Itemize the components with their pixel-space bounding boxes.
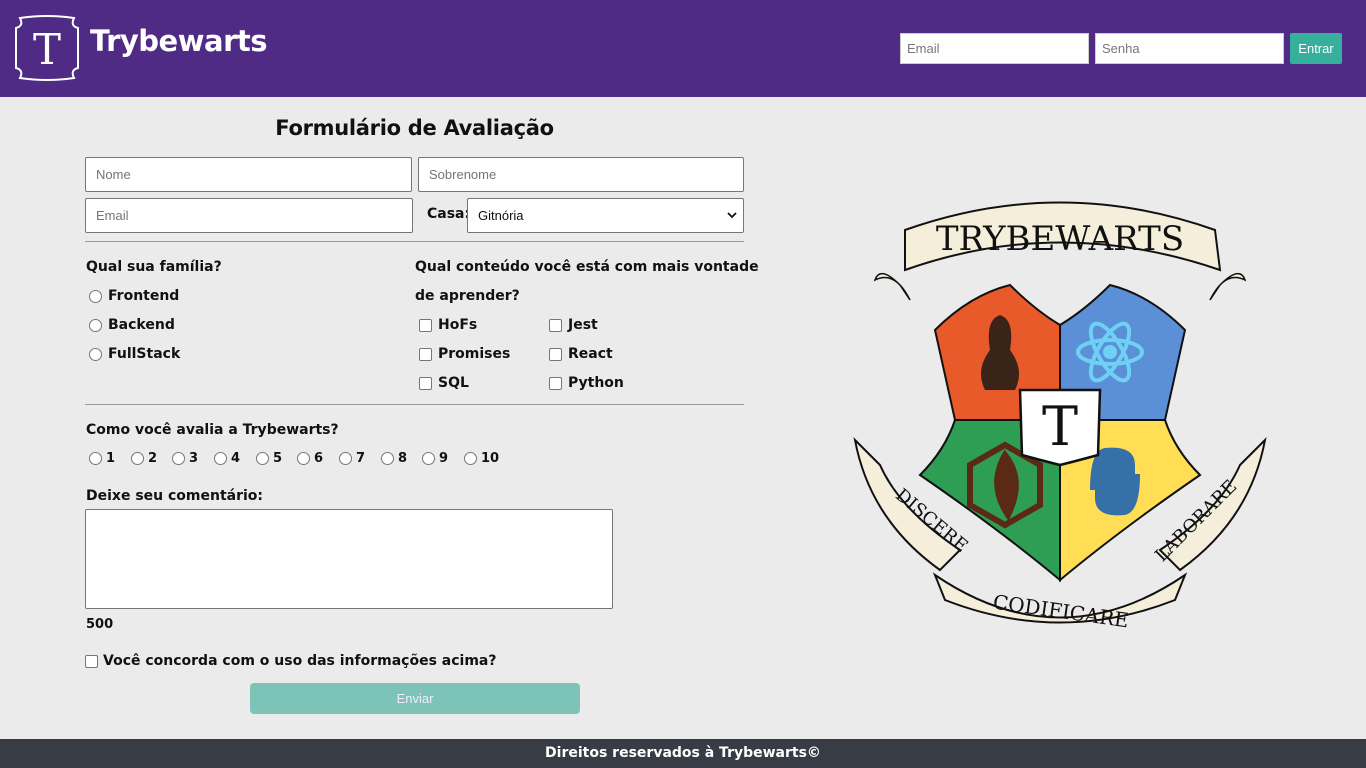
- radio-button[interactable]: [131, 452, 144, 465]
- option-label: Frontend: [108, 288, 180, 304]
- footer-text: Direitos reservados à Trybewarts©: [545, 745, 821, 761]
- login-password-input[interactable]: [1095, 33, 1284, 64]
- radio-button[interactable]: [89, 318, 102, 332]
- rating-option-8[interactable]: 8: [381, 451, 407, 466]
- rating-option-2[interactable]: 2: [131, 451, 157, 466]
- conteudo-option-promises[interactable]: Promises: [419, 346, 510, 362]
- checkbox[interactable]: [549, 376, 562, 390]
- login-button[interactable]: Entrar: [1290, 33, 1342, 64]
- conteudo-option-python[interactable]: Python: [549, 375, 624, 391]
- rating-option-7[interactable]: 7: [339, 451, 365, 466]
- option-label: 2: [148, 451, 158, 466]
- option-label: Promises: [438, 346, 511, 362]
- option-label: 9: [439, 451, 449, 466]
- checkbox[interactable]: [549, 347, 562, 361]
- sobrenome-input[interactable]: [418, 157, 744, 192]
- submit-button[interactable]: Enviar: [250, 683, 580, 714]
- radio-button[interactable]: [297, 452, 310, 465]
- nome-input[interactable]: [85, 157, 412, 192]
- divider: [85, 404, 744, 405]
- conteudo-question-line1: Qual conteúdo você está com mais vontade: [415, 259, 759, 275]
- login-email-input[interactable]: [900, 33, 1089, 64]
- casa-selected-value: Gitnória: [478, 208, 524, 223]
- checkbox[interactable]: [419, 318, 432, 332]
- option-label: 5: [273, 451, 283, 466]
- casa-label: Casa:: [427, 206, 471, 222]
- character-counter: 500: [86, 617, 114, 632]
- option-label: FullStack: [108, 346, 181, 362]
- divider: [85, 241, 744, 242]
- svg-text:T: T: [33, 25, 61, 74]
- rating-option-3[interactable]: 3: [172, 451, 198, 466]
- familia-option-frontend[interactable]: Frontend: [89, 288, 179, 304]
- radio-button[interactable]: [256, 452, 269, 465]
- radio-button[interactable]: [172, 452, 185, 465]
- option-label: SQL: [438, 375, 469, 391]
- conteudo-option-sql[interactable]: SQL: [419, 375, 469, 391]
- rating-option-1[interactable]: 1: [89, 451, 115, 466]
- radio-button[interactable]: [89, 289, 102, 303]
- radio-button[interactable]: [214, 452, 227, 465]
- conteudo-option-react[interactable]: React: [549, 346, 613, 362]
- agreement-option[interactable]: Você concorda com o uso das informações …: [85, 653, 496, 669]
- comment-textarea[interactable]: [85, 509, 613, 609]
- option-label: 3: [189, 451, 199, 466]
- trybewarts-crest: TRYBEWARTS T DISCERE CODIFICARE LABORARE: [850, 190, 1270, 650]
- option-label: 8: [398, 451, 408, 466]
- option-label: 7: [356, 451, 366, 466]
- radio-button[interactable]: [464, 452, 477, 465]
- checkbox[interactable]: [549, 318, 562, 332]
- brand-title: Trybewarts: [90, 24, 268, 58]
- python-logo-icon: [1090, 447, 1140, 516]
- familia-option-backend[interactable]: Backend: [89, 317, 175, 333]
- footer: Direitos reservados à Trybewarts©: [0, 739, 1366, 768]
- rating-option-5[interactable]: 5: [256, 451, 282, 466]
- conteudo-option-jest[interactable]: Jest: [549, 317, 598, 333]
- radio-button[interactable]: [422, 452, 435, 465]
- rating-option-9[interactable]: 9: [422, 451, 448, 466]
- top-header: T Trybewarts Entrar: [0, 0, 1366, 97]
- chevron-down-icon: [727, 212, 737, 219]
- option-label: Python: [568, 375, 624, 391]
- checkbox[interactable]: [419, 376, 432, 390]
- option-label: Jest: [568, 317, 598, 333]
- conteudo-option-hofs[interactable]: HoFs: [419, 317, 477, 333]
- agreement-checkbox[interactable]: [85, 654, 98, 668]
- option-label: 6: [314, 451, 324, 466]
- familia-option-fullstack[interactable]: FullStack: [89, 346, 180, 362]
- casa-select[interactable]: Gitnória: [467, 198, 744, 233]
- email-input[interactable]: [85, 198, 413, 233]
- familia-question: Qual sua família?: [86, 259, 222, 275]
- rating-option-4[interactable]: 4: [214, 451, 240, 466]
- option-label: HoFs: [438, 317, 478, 333]
- crest-motto-bottom: CODIFICARE: [992, 590, 1131, 633]
- form-title: Formulário de Avaliação: [275, 116, 554, 140]
- comment-label: Deixe seu comentário:: [86, 488, 264, 504]
- rating-option-10[interactable]: 10: [464, 451, 499, 466]
- option-label: 4: [231, 451, 241, 466]
- avaliacao-question: Como você avalia a Trybewarts?: [86, 422, 339, 438]
- radio-button[interactable]: [381, 452, 394, 465]
- crest-center-letter: T: [1042, 395, 1078, 458]
- logo-icon: T: [14, 14, 80, 82]
- option-label: 1: [106, 451, 116, 466]
- option-label: Backend: [108, 317, 175, 333]
- crest-banner-text: TRYBEWARTS: [936, 219, 1184, 259]
- conteudo-question-line2: de aprender?: [415, 288, 520, 304]
- radio-button[interactable]: [89, 452, 102, 465]
- option-label: React: [568, 346, 613, 362]
- agreement-label: Você concorda com o uso das informações …: [103, 653, 497, 669]
- radio-button[interactable]: [89, 347, 102, 361]
- radio-button[interactable]: [339, 452, 352, 465]
- checkbox[interactable]: [419, 347, 432, 361]
- option-label: 10: [481, 451, 500, 466]
- rating-option-6[interactable]: 6: [297, 451, 323, 466]
